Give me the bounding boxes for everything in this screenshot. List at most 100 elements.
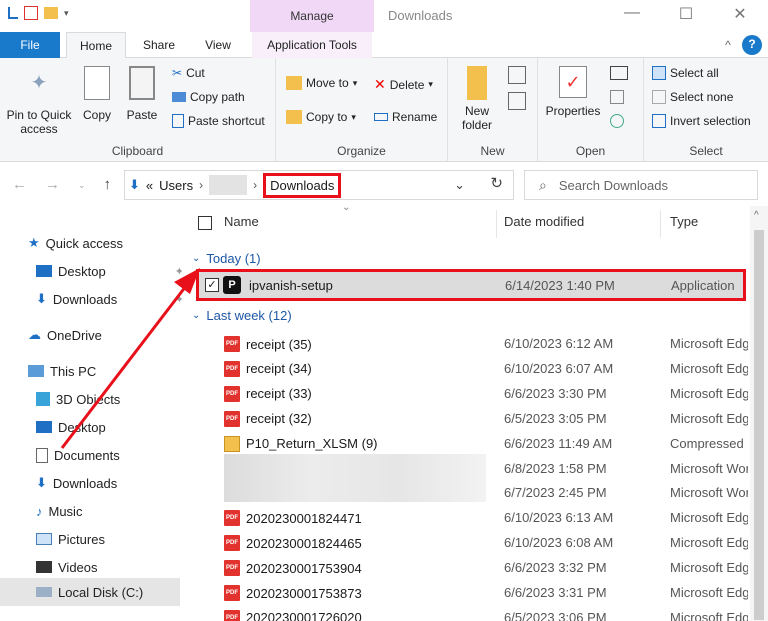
nav-desktop2-label: Desktop: [58, 419, 106, 435]
scrollbar-thumb[interactable]: [754, 230, 764, 620]
copy-button[interactable]: Copy: [80, 66, 114, 122]
nav-quick-access[interactable]: ★ Quick access: [28, 230, 182, 256]
back-arrow-icon[interactable]: ←: [12, 176, 27, 194]
nav-onedrive[interactable]: ☁ OneDrive: [28, 322, 182, 348]
file-row[interactable]: P10_Return_XLSM (9) 6/6/2023 11:49 AM Comp…: [218, 432, 748, 456]
file-name: ipvanish-setup: [249, 278, 333, 293]
nav-3d-objects[interactable]: 3D Objects: [36, 386, 190, 412]
file-row[interactable]: PDF receipt (33) 6/6/2023 3:30 PM Microsoft…: [218, 382, 748, 406]
address-bar[interactable]: ⬇ « Users › › Downloads ⌄ ↻: [124, 170, 514, 200]
copy-to-button[interactable]: Copy to ▾: [286, 110, 356, 124]
file-date: 6/7/2023 2:45 PM: [504, 485, 607, 501]
history-icon[interactable]: [610, 114, 624, 128]
file-row[interactable]: PDF receipt (34) 6/10/2023 6:07 AM Microsof…: [218, 357, 748, 381]
file-date: 6/8/2023 1:58 PM: [504, 460, 607, 476]
folder-icon[interactable]: [44, 7, 58, 19]
nav-documents[interactable]: Documents: [36, 442, 190, 468]
file-date: 6/10/2023 6:08 AM: [504, 535, 614, 551]
row-checkbox[interactable]: ✓: [205, 278, 219, 292]
checkbox-icon[interactable]: [24, 6, 38, 20]
chevron-down-icon[interactable]: ⌄: [78, 176, 86, 194]
vertical-scrollbar[interactable]: ^: [750, 206, 768, 621]
chevron-up-icon[interactable]: ^: [754, 210, 759, 221]
tab-share[interactable]: Share: [136, 32, 182, 58]
tab-home[interactable]: Home: [66, 32, 126, 58]
select-all-button[interactable]: Select all: [652, 66, 719, 80]
paste-label: Paste: [126, 108, 158, 122]
nav-pictures[interactable]: Pictures: [36, 526, 190, 552]
nav-music[interactable]: ♪ Music: [36, 498, 190, 524]
pin-to-quick-access-button[interactable]: ✦ Pin to Quick access: [4, 70, 74, 136]
delete-button[interactable]: ✕ Delete ▾: [374, 76, 433, 93]
file-name: 2020230001726020: [246, 610, 362, 621]
up-arrow-icon[interactable]: ↑: [104, 176, 112, 194]
nav-desktop[interactable]: Desktop: [36, 414, 190, 440]
minimize-button[interactable]: —: [612, 4, 652, 22]
open-icon[interactable]: [610, 66, 628, 80]
redacted-user-crumb[interactable]: [209, 175, 248, 195]
selected-file-row[interactable]: ✓ P ipvanish-setup 6/14/2023 1:40 PM App…: [196, 269, 746, 301]
file-row[interactable]: PDF 2020230001824465 6/10/2023 6:08 AM Micr…: [218, 531, 748, 555]
properties-button[interactable]: ✓ Properties: [542, 66, 604, 118]
manage-tab[interactable]: Manage: [250, 0, 374, 32]
invert-selection-button[interactable]: Invert selection: [652, 114, 751, 128]
properties-icon: ✓: [559, 66, 587, 98]
tab-application-tools[interactable]: Application Tools: [252, 32, 372, 58]
pdf-file-icon: PDF: [224, 360, 240, 377]
tab-file[interactable]: File: [0, 32, 60, 58]
nav-desktop-pinned[interactable]: Desktop ✦: [36, 258, 190, 284]
nav-this-pc[interactable]: This PC: [28, 358, 182, 384]
cut-button[interactable]: ✂ Cut: [172, 66, 205, 80]
nav-downloads[interactable]: ⬇ Downloads: [36, 470, 190, 496]
search-box[interactable]: ⌕ Search Downloads: [524, 170, 758, 200]
down-arrow-icon[interactable]: [8, 7, 18, 19]
close-button[interactable]: ✕: [720, 4, 760, 24]
paste-button[interactable]: Paste: [124, 66, 160, 122]
file-row[interactable]: PDF receipt (35) 6/10/2023 6:12 AM Microsof…: [218, 332, 748, 356]
new-folder-label: New folder: [461, 104, 493, 132]
breadcrumb-overflow[interactable]: «: [146, 178, 153, 193]
column-header-name[interactable]: Name: [224, 214, 259, 229]
nav-videos[interactable]: Videos: [36, 554, 190, 580]
move-to-button[interactable]: Move to ▾: [286, 76, 357, 90]
file-row[interactable]: PDF 2020230001824471 6/10/2023 6:13 AM Micr…: [218, 506, 748, 530]
help-icon[interactable]: ?: [742, 35, 762, 55]
easy-access-icon[interactable]: [508, 92, 526, 110]
nav-local-disk[interactable]: Local Disk (C:): [0, 578, 180, 606]
forward-arrow-icon[interactable]: →: [45, 176, 60, 194]
copy-path-button[interactable]: Copy path: [172, 90, 245, 104]
column-divider[interactable]: [496, 210, 497, 238]
column-divider[interactable]: [660, 210, 661, 238]
tab-view[interactable]: View: [196, 32, 240, 58]
breadcrumb-users[interactable]: Users: [159, 178, 193, 193]
invert-selection-label: Invert selection: [670, 114, 751, 128]
breadcrumb-downloads[interactable]: Downloads: [263, 172, 342, 198]
rename-button[interactable]: Rename: [374, 110, 437, 124]
file-row[interactable]: PDF receipt (32) 6/5/2023 3:05 PM Microsoft…: [218, 407, 748, 431]
chevron-down-icon[interactable]: ⌄: [454, 177, 465, 193]
file-name: 2020230001824465: [246, 535, 362, 551]
new-item-icon[interactable]: [508, 66, 526, 84]
new-folder-button[interactable]: New folder: [454, 66, 500, 132]
select-none-label: Select none: [670, 90, 734, 104]
select-none-button[interactable]: Select none: [652, 90, 733, 104]
file-row[interactable]: PDF 2020230001726020 6/5/2023 3:06 PM Micro…: [218, 606, 748, 621]
rename-icon: [374, 113, 388, 121]
paste-shortcut-button[interactable]: Paste shortcut: [172, 114, 265, 128]
edit-icon[interactable]: [610, 90, 624, 104]
column-header-type[interactable]: Type: [670, 214, 698, 229]
select-all-checkbox[interactable]: [198, 216, 212, 230]
file-row[interactable]: PDF 2020230001753904 6/6/2023 3:32 PM Micro…: [218, 556, 748, 580]
chevron-right-icon[interactable]: ›: [199, 178, 203, 192]
chevron-right-icon[interactable]: ›: [253, 178, 257, 192]
group-header-last-week[interactable]: ⌄ Last week (12): [192, 308, 292, 323]
file-row[interactable]: PDF 2020230001753873 6/6/2023 3:31 PM Micro…: [218, 581, 748, 605]
nav-downloads-pinned[interactable]: ⬇ Downloads ✦: [36, 286, 190, 312]
ribbon-collapse-chevron-icon[interactable]: ^: [720, 32, 736, 58]
group-header-today[interactable]: ⌄ Today (1): [192, 251, 261, 266]
refresh-icon[interactable]: ↻: [490, 174, 503, 192]
chevron-down-icon[interactable]: ▾: [64, 8, 69, 19]
pdf-file-icon: PDF: [224, 560, 240, 577]
maximize-button[interactable]: ☐: [666, 4, 706, 24]
column-header-date[interactable]: Date modified: [504, 214, 584, 229]
